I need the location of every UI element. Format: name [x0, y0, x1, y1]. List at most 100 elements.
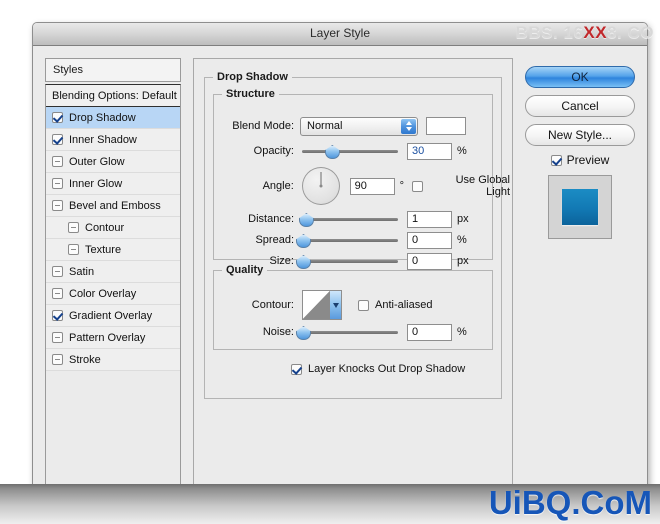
styles-item-pattern-overlay[interactable]: Pattern Overlay [46, 327, 180, 349]
preview-swatch-square [562, 189, 598, 225]
styles-item-checkbox[interactable] [52, 266, 63, 277]
styles-item-gradient-overlay[interactable]: Gradient Overlay [46, 305, 180, 327]
cancel-button[interactable]: Cancel [525, 95, 635, 117]
styles-panel: Styles Blending Options: Default Drop Sh… [45, 58, 181, 495]
styles-item-checkbox[interactable] [52, 332, 63, 343]
angle-row: Angle: 90 ° Use Global Light [220, 167, 510, 205]
blending-options-label: Blending Options: Default [52, 89, 177, 102]
shadow-color-swatch[interactable] [426, 117, 466, 135]
spread-slider-knob[interactable] [296, 234, 311, 248]
styles-item-contour[interactable]: Contour [46, 217, 180, 239]
dialog-buttons: OK Cancel New Style... Preview [525, 66, 635, 239]
styles-item-texture[interactable]: Texture [46, 239, 180, 261]
anti-aliased-label: Anti-aliased [375, 299, 433, 311]
spread-slider[interactable] [296, 233, 398, 248]
styles-item-checkbox[interactable] [52, 200, 63, 211]
noise-slider[interactable] [296, 325, 398, 340]
distance-slider[interactable] [298, 212, 398, 227]
contour-label: Contour: [251, 299, 294, 311]
spread-row: Spread: 0 % [220, 231, 505, 249]
noise-row: Noise: 0 % [220, 323, 505, 341]
styles-item-inner-shadow[interactable]: Inner Shadow [46, 129, 180, 151]
noise-value: 0 [412, 326, 419, 338]
opacity-value: 30 [412, 145, 425, 157]
contour-swatch[interactable] [302, 290, 342, 320]
styles-item-label: Outer Glow [69, 155, 125, 168]
styles-item-inner-glow[interactable]: Inner Glow [46, 173, 180, 195]
size-input[interactable]: 0 [407, 252, 452, 270]
styles-item-outer-glow[interactable]: Outer Glow [46, 151, 180, 173]
styles-item-blending-options[interactable]: Blending Options: Default [46, 85, 180, 107]
angle-label: Angle: [262, 180, 294, 192]
styles-item-label: Texture [85, 243, 122, 256]
opacity-slider-knob[interactable] [324, 145, 340, 159]
dialog-titlebar[interactable]: Layer Style [33, 23, 647, 46]
blend-mode-row: Blend Mode: Normal [220, 116, 495, 136]
styles-item-color-overlay[interactable]: Color Overlay [46, 283, 180, 305]
styles-header-label: Styles [53, 64, 83, 76]
styles-item-checkbox[interactable] [68, 222, 79, 233]
styles-items-container: Drop Shadow Inner Shadow Outer Glow Inner G… [46, 107, 180, 371]
preview-checkbox[interactable] [550, 154, 562, 166]
styles-item-checkbox[interactable] [52, 354, 63, 365]
contour-row: Contour: Anti-aliased [220, 289, 510, 321]
styles-item-bevel-and-emboss[interactable]: Bevel and Emboss [46, 195, 180, 217]
dialog-title: Layer Style [309, 26, 371, 40]
size-slider[interactable] [296, 254, 398, 269]
contour-dropdown-arrow-icon[interactable] [330, 291, 341, 319]
styles-item-stroke[interactable]: Stroke [46, 349, 180, 371]
new-style-button[interactable]: New Style... [525, 124, 635, 146]
styles-item-label: Contour [85, 221, 125, 234]
blend-mode-label: Blend Mode: [232, 120, 294, 132]
noise-slider-knob[interactable] [296, 326, 311, 340]
spread-label: Spread: [255, 234, 294, 246]
styles-header[interactable]: Styles [45, 58, 181, 82]
layer-knocks-out-checkbox[interactable] [291, 363, 302, 375]
use-global-light-checkbox[interactable] [411, 180, 423, 192]
distance-value: 1 [412, 213, 419, 225]
blend-mode-select[interactable]: Normal [300, 116, 418, 136]
styles-item-label: Inner Shadow [69, 133, 137, 146]
drop-shadow-group: Drop Shadow Structure Blend Mode: Normal [204, 71, 510, 399]
distance-input[interactable]: 1 [407, 210, 452, 228]
noise-label: Noise: [262, 326, 294, 338]
layer-style-dialog: Layer Style Styles Blending Options: Def… [32, 22, 648, 497]
styles-item-label: Gradient Overlay [69, 309, 153, 322]
size-unit: px [457, 255, 469, 267]
noise-input[interactable]: 0 [407, 323, 452, 341]
spread-input[interactable]: 0 [407, 231, 452, 249]
styles-list[interactable]: Blending Options: Default Drop Shadow Inn… [45, 84, 181, 495]
spread-unit: % [457, 234, 467, 246]
layer-knocks-out-row[interactable]: Layer Knocks Out Drop Shadow [291, 360, 465, 378]
angle-input[interactable]: 90 [349, 177, 395, 195]
styles-item-checkbox[interactable] [52, 310, 63, 321]
styles-item-label: Satin [69, 265, 95, 278]
anti-aliased-row[interactable]: Anti-aliased [358, 299, 432, 311]
styles-item-checkbox[interactable] [68, 244, 79, 255]
opacity-slider[interactable] [302, 144, 398, 159]
drop-shadow-panel: Drop Shadow Structure Blend Mode: Normal [193, 58, 513, 495]
anti-aliased-checkbox[interactable] [358, 299, 369, 311]
opacity-input[interactable]: 30 [407, 142, 452, 160]
size-value: 0 [412, 255, 419, 267]
structure-group-legend: Structure [222, 88, 279, 100]
preview-toggle-row[interactable]: Preview [525, 153, 635, 167]
styles-item-checkbox[interactable] [52, 112, 63, 123]
blend-mode-stepper-icon[interactable] [401, 118, 416, 134]
ok-button[interactable]: OK [525, 66, 635, 88]
styles-item-checkbox[interactable] [52, 156, 63, 167]
opacity-slider-track [302, 150, 398, 153]
styles-item-checkbox[interactable] [52, 134, 63, 145]
styles-item-label: Drop Shadow [69, 111, 136, 124]
angle-value: 90 [354, 180, 367, 192]
size-slider-knob[interactable] [296, 255, 311, 269]
styles-item-checkbox[interactable] [52, 288, 63, 299]
styles-item-label: Bevel and Emboss [69, 199, 161, 212]
angle-dial[interactable] [301, 167, 340, 205]
use-global-light-row[interactable]: Use Global Light [411, 174, 510, 198]
styles-item-satin[interactable]: Satin [46, 261, 180, 283]
styles-item-drop-shadow[interactable]: Drop Shadow [46, 107, 180, 129]
styles-item-checkbox[interactable] [52, 178, 63, 189]
blend-mode-value: Normal [307, 120, 343, 132]
distance-slider-knob[interactable] [298, 213, 314, 227]
